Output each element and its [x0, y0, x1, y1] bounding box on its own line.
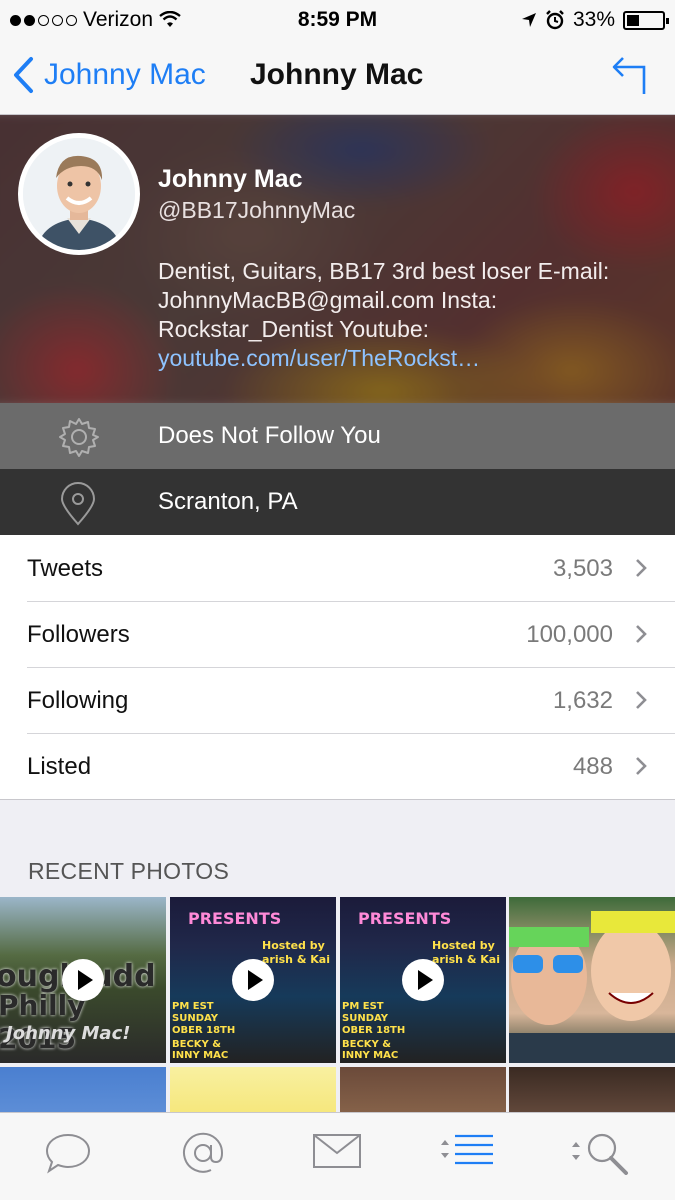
play-icon	[232, 959, 274, 1001]
recent-photos-heading: RECENT PHOTOS	[28, 858, 230, 884]
stat-value: 100,000	[526, 621, 613, 648]
chat-bubble-icon	[45, 1133, 91, 1174]
battery-icon	[623, 10, 669, 30]
stat-row-tweets[interactable]: Tweets 3,503	[0, 535, 675, 601]
thumbnail-text: BECKY & INNY MAC	[172, 1039, 229, 1061]
chevron-right-icon	[636, 625, 647, 643]
stat-row-following[interactable]: Following 1,632	[0, 667, 675, 733]
status-bar: Verizon 8:59 PM 33%	[0, 0, 675, 38]
stat-row-followers[interactable]: Followers 100,000	[0, 601, 675, 667]
stat-value: 3,503	[552, 555, 613, 582]
thumbnail-text: PRESENTS	[358, 909, 452, 928]
chevron-right-icon	[636, 757, 647, 775]
stat-label: Tweets	[27, 555, 104, 582]
profile-bio: Dentist, Guitars, BB17 3rd best loser E-…	[158, 257, 668, 373]
photo-thumbnail[interactable]	[509, 897, 675, 1063]
gear-icon	[59, 418, 99, 457]
chevron-right-icon	[636, 691, 647, 709]
play-icon	[62, 959, 104, 1001]
profile-photo	[23, 138, 135, 250]
tab-messages[interactable]	[44, 1131, 92, 1180]
thumbnail-text: PM EST SUNDAY OBER 18TH	[342, 1001, 406, 1036]
reply-button[interactable]	[611, 54, 649, 101]
location-pin-icon	[60, 482, 96, 526]
thumbnail-text: BECKY & INNY MAC	[342, 1039, 399, 1061]
stat-label: Listed	[27, 753, 92, 780]
stat-value: 488	[572, 753, 613, 780]
profile-header: Johnny Mac @BB17JohnnyMac Dentist, Guita…	[0, 115, 675, 403]
photo-thumbnail-video[interactable]: PRESENTS Hosted by arish & Kai PM EST SU…	[170, 897, 336, 1063]
thumbnail-text: PRESENTS	[188, 909, 282, 928]
thumbnail-text: arish & Kai	[432, 953, 500, 966]
back-button[interactable]: Johnny Mac	[12, 56, 206, 94]
play-icon	[402, 959, 444, 1001]
location-arrow-icon	[521, 13, 536, 27]
back-button-label: Johnny Mac	[44, 58, 206, 91]
battery-percent: 33%	[572, 8, 615, 31]
timeline-list-icon	[441, 1134, 493, 1165]
chevron-left-icon	[14, 57, 33, 93]
reply-arrow-icon	[612, 57, 646, 94]
screen: Verizon 8:59 PM 33% Johnny Mac Johnny Ma…	[0, 0, 675, 1200]
photo-thumbnail-video[interactable]: ough udd Philly 2015 Johnny Mac!	[0, 897, 166, 1063]
tab-direct-messages[interactable]	[312, 1131, 362, 1176]
envelope-icon	[313, 1134, 361, 1168]
stats-list: Tweets 3,503 Followers 100,000 Following…	[0, 535, 675, 800]
thumbnail-text: PM EST SUNDAY OBER 18TH	[172, 1001, 236, 1036]
tab-mentions[interactable]	[181, 1131, 225, 1180]
tab-search[interactable]	[570, 1131, 630, 1180]
mention-icon	[183, 1132, 224, 1173]
tab-timeline[interactable]	[437, 1131, 495, 1176]
photo-thumbnail-video[interactable]: PRESENTS Hosted by arish & Kai PM EST SU…	[340, 897, 506, 1063]
tab-bar	[0, 1112, 675, 1200]
follow-status-text: Does Not Follow You	[158, 422, 381, 449]
alarm-clock-icon	[546, 10, 564, 30]
profile-handle: @BB17JohnnyMac	[158, 197, 356, 223]
location-text: Scranton, PA	[158, 488, 298, 515]
chevron-right-icon	[636, 559, 647, 577]
profile-name: Johnny Mac	[158, 165, 303, 193]
stat-row-listed[interactable]: Listed 488	[0, 733, 675, 799]
recent-photos-grid: ough udd Philly 2015 Johnny Mac! PRESENT…	[0, 897, 675, 1200]
search-icon	[572, 1133, 628, 1175]
thumbnail-text: Hosted by	[432, 939, 495, 952]
stat-label: Followers	[27, 621, 130, 648]
stat-label: Following	[27, 687, 129, 714]
location-row[interactable]: Scranton, PA	[0, 469, 675, 535]
thumbnail-text: Johnny Mac!	[6, 1023, 131, 1044]
thumbnail-text: arish & Kai	[262, 953, 330, 966]
follow-status-row: Does Not Follow You	[0, 403, 675, 469]
avatar[interactable]	[18, 133, 140, 255]
status-right: 33%	[521, 8, 669, 32]
thumbnail-text: Hosted by	[262, 939, 325, 952]
bio-text: Dentist, Guitars, BB17 3rd best loser E-…	[158, 258, 610, 342]
selfie-photo	[509, 911, 675, 1063]
navigation-bar: Johnny Mac Johnny Mac	[0, 38, 675, 115]
bio-link[interactable]: youtube.com/user/TheRockst…	[158, 345, 480, 371]
page-title: Johnny Mac	[250, 58, 424, 91]
stat-value: 1,632	[552, 687, 613, 714]
